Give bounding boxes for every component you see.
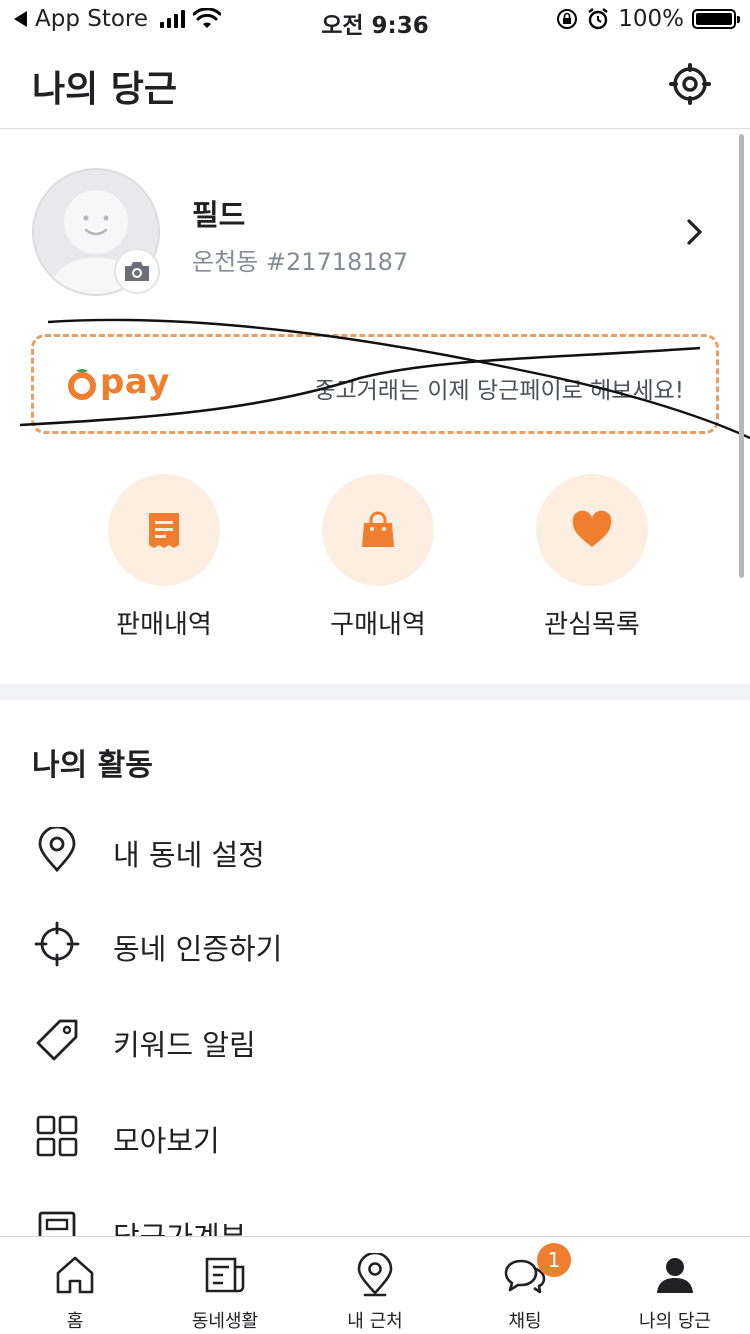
tab-home[interactable]: 홈: [0, 1237, 150, 1334]
menu-keyword-alerts[interactable]: 키워드 알림: [0, 1000, 750, 1080]
heart-icon: [536, 474, 648, 586]
location-pin-icon: [357, 1253, 393, 1297]
pay-banner-message: 중고거래는 이제 당근페이로 해보세요!: [314, 378, 684, 404]
page-header: 나의 당근: [0, 40, 750, 129]
section-divider: [0, 684, 750, 700]
newspaper-icon: [205, 1257, 245, 1293]
receipt-icon: [108, 474, 220, 586]
page-title: 나의 당근: [32, 69, 178, 110]
status-bar: App Store 오전 9:36 100%: [0, 0, 750, 40]
pay-logo-text: pay: [100, 362, 170, 402]
profile-name: 필드: [192, 198, 246, 232]
menu-label: 내 동네 설정: [113, 838, 265, 872]
shortcut-label: 판매내역: [116, 610, 212, 640]
chevron-right-icon[interactable]: [684, 218, 706, 246]
purchase-history-button[interactable]: 구매내역: [288, 474, 468, 641]
menu-neighborhood-settings[interactable]: 내 동네 설정: [0, 810, 750, 890]
location-pin-icon: [38, 827, 76, 873]
rotation-lock-icon: [557, 9, 578, 29]
shortcut-row: 판매내역 구매내역 관심목록: [0, 474, 750, 654]
tab-label: 동네생활: [191, 1311, 259, 1332]
tab-nearby[interactable]: 내 근처: [300, 1237, 450, 1334]
tab-chat[interactable]: 1 채팅: [450, 1237, 600, 1334]
crosshair-icon: [34, 921, 80, 967]
carrot-pay-icon: [68, 369, 96, 400]
profile-card[interactable]: 필드 온천동 #21718187: [0, 130, 750, 320]
tab-my-karrot[interactable]: 나의 당근: [600, 1237, 750, 1334]
wishlist-button[interactable]: 관심목록: [502, 474, 682, 641]
sales-history-button[interactable]: 판매내역: [74, 474, 254, 641]
tab-label: 채팅: [508, 1311, 542, 1332]
shortcut-label: 구매내역: [330, 610, 426, 640]
menu-verify-neighborhood[interactable]: 동네 인증하기: [0, 904, 750, 984]
menu-label: 모아보기: [113, 1124, 220, 1158]
tab-label: 내 근처: [347, 1311, 403, 1332]
tab-label: 홈: [66, 1311, 84, 1332]
karrot-pay-banner[interactable]: pay 중고거래는 이제 당근페이로 해보세요!: [31, 334, 719, 434]
alarm-icon: [588, 8, 608, 30]
camera-icon: [125, 262, 149, 281]
karrot-pay-logo: pay: [66, 365, 169, 401]
settings-gear-icon[interactable]: [668, 62, 712, 106]
tag-icon: [36, 1019, 78, 1061]
menu-collections[interactable]: 모아보기: [0, 1096, 750, 1176]
menu-label: 키워드 알림: [113, 1028, 256, 1062]
bottom-tab-bar: 홈 동네생활 내 근처 1 채팅 나의 당근: [0, 1236, 750, 1334]
shopping-bag-icon: [322, 474, 434, 586]
chat-unread-badge: 1: [537, 1243, 571, 1277]
activity-section-title: 나의 활동: [32, 748, 153, 783]
scrollbar[interactable]: [739, 134, 744, 578]
grid-icon: [36, 1115, 78, 1157]
home-icon: [56, 1256, 94, 1294]
change-photo-button[interactable]: [114, 248, 160, 294]
battery-percent: 100%: [618, 6, 684, 32]
battery-icon: [692, 9, 740, 29]
shortcut-label: 관심목록: [544, 610, 640, 640]
user-icon: [657, 1258, 693, 1293]
tab-community[interactable]: 동네생활: [150, 1237, 300, 1334]
menu-label: 동네 인증하기: [113, 932, 283, 966]
profile-location-id: 온천동 #21718187: [192, 248, 409, 276]
tab-label: 나의 당근: [639, 1311, 711, 1332]
